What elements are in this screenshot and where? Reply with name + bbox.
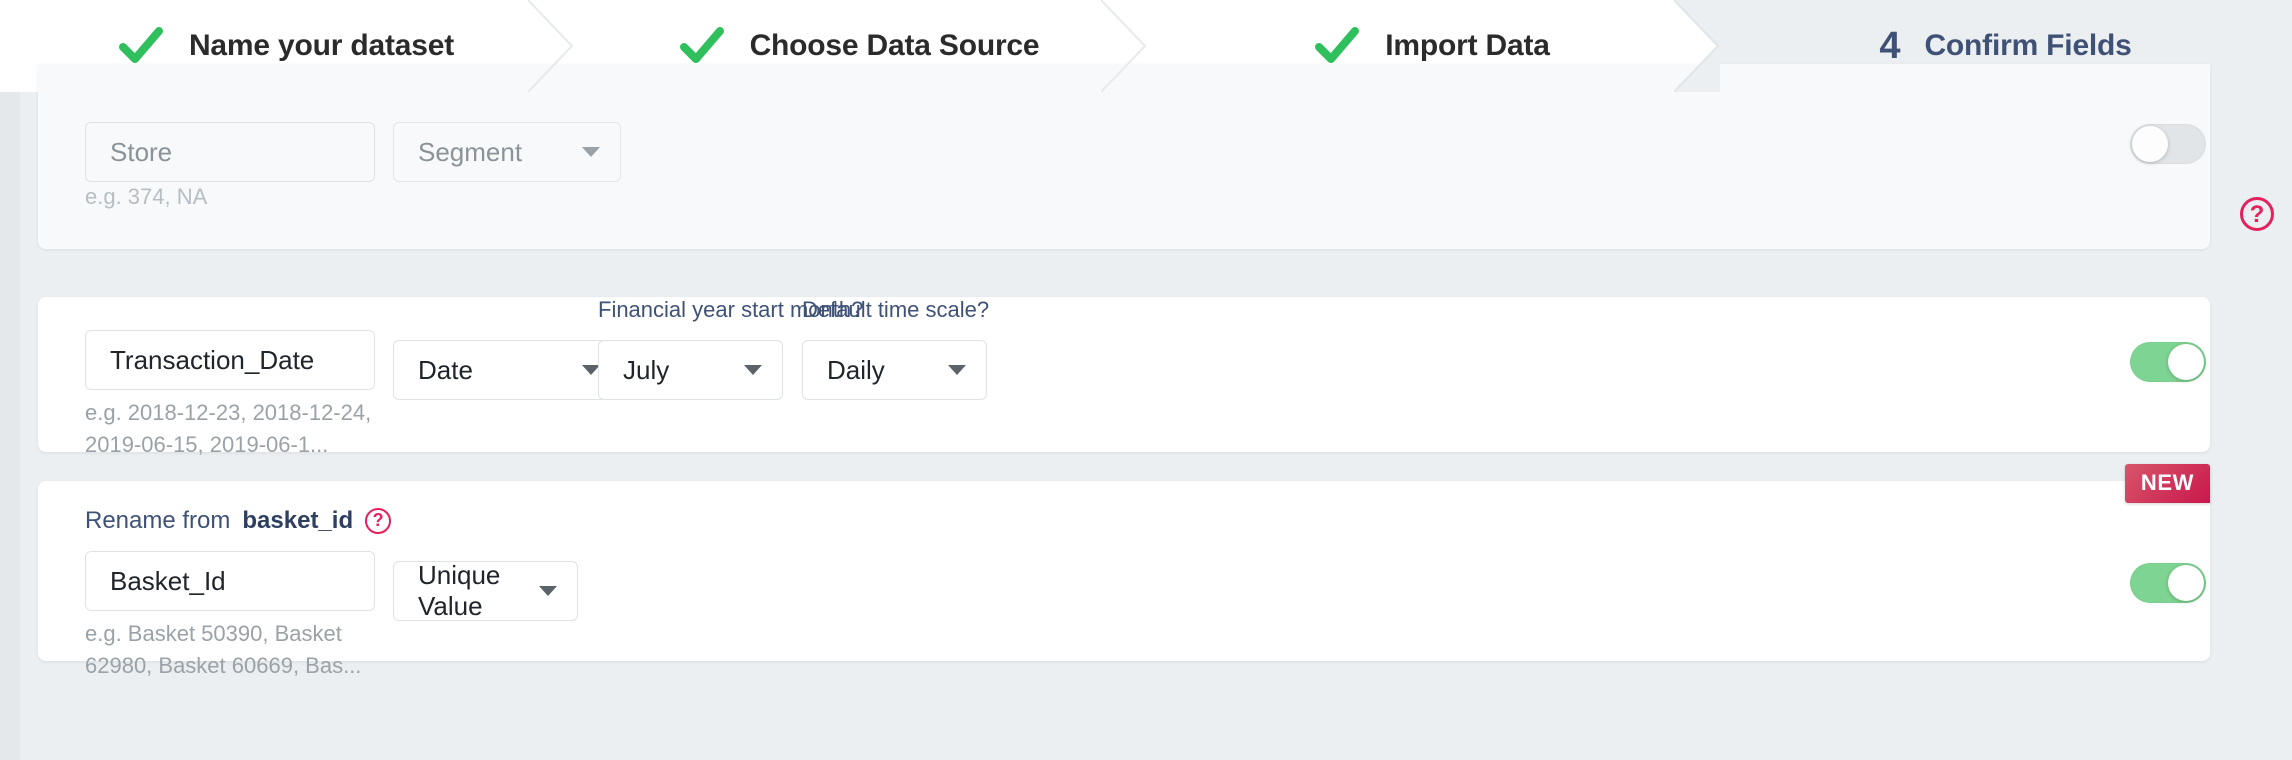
field-type-select[interactable]: Date (393, 340, 621, 400)
field-type-value: Segment (418, 137, 522, 168)
chevron-down-icon (948, 365, 966, 375)
financial-year-start-month-value: July (623, 355, 669, 386)
rename-from-label: Rename from basket_id ? (85, 507, 391, 535)
field-type-select[interactable]: Unique Value (393, 561, 578, 621)
field-sample-values: e.g. 374, NA (85, 181, 415, 213)
chevron-down-icon (582, 147, 600, 157)
field-name-input[interactable] (85, 122, 375, 182)
wizard-step-number: 4 (1879, 27, 1900, 65)
check-icon (119, 24, 163, 68)
check-icon (680, 24, 724, 68)
field-type-select[interactable]: Segment (393, 122, 621, 182)
field-include-toggle[interactable] (2130, 563, 2206, 603)
field-type-value: Date (418, 355, 473, 386)
scroll-gutter (0, 92, 20, 760)
field-name-input[interactable] (85, 551, 375, 611)
page-help-icon[interactable]: ? (2240, 197, 2274, 231)
field-sample-values: e.g. Basket 50390, Basket 62980, Basket … (85, 618, 415, 682)
default-time-scale-select[interactable]: Daily (802, 340, 987, 400)
field-sample-values: e.g. 2018-12-23, 2018-12-24, 2019-06-15,… (85, 397, 415, 461)
wizard-step-label: Confirm Fields (1924, 29, 2131, 63)
new-badge: NEW (2125, 464, 2210, 503)
default-time-scale-value: Daily (827, 355, 885, 386)
financial-year-start-month-select[interactable]: July (598, 340, 783, 400)
default-time-scale-label: Default time scale? (802, 297, 989, 323)
rename-source-field: basket_id (242, 507, 353, 535)
field-include-toggle[interactable] (2130, 342, 2206, 382)
field-card-store: Segment e.g. 374, NA (38, 64, 2210, 249)
rename-help-icon[interactable]: ? (365, 508, 391, 534)
rename-prefix-text: Rename from (85, 507, 230, 535)
toggle-knob (2168, 344, 2204, 380)
field-include-toggle[interactable] (2130, 124, 2206, 164)
wizard-step-label: Import Data (1385, 29, 1550, 63)
check-icon (1315, 24, 1359, 68)
chevron-down-icon (744, 365, 762, 375)
field-name-input[interactable] (85, 330, 375, 390)
wizard-step-label: Name your dataset (189, 29, 454, 63)
field-type-value: Unique Value (418, 560, 523, 622)
toggle-knob (2132, 126, 2168, 162)
field-confirmation-list: Segment e.g. 374, NA Date Financial year… (0, 92, 2292, 760)
field-card-basket-id: Rename from basket_id ? NEW Unique Value… (38, 481, 2210, 661)
chevron-down-icon (539, 586, 557, 596)
field-card-transaction-date: Date Financial year start month? July De… (38, 297, 2210, 452)
toggle-knob (2168, 565, 2204, 601)
wizard-step-label: Choose Data Source (750, 29, 1040, 63)
